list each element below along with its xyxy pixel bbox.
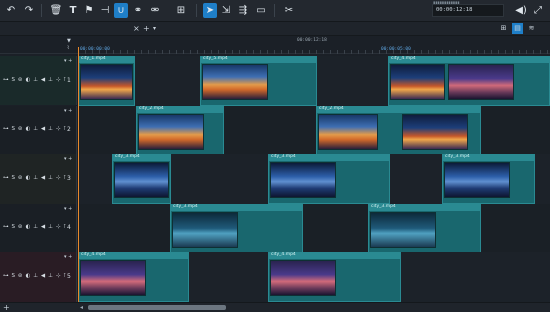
timecode-display[interactable]: 00:00:12:18 <box>432 4 504 17</box>
clip-thumbnail <box>270 260 336 296</box>
clip-thumbnail <box>114 162 169 198</box>
toolbar-divider <box>274 4 275 17</box>
track-header[interactable]: ▾ + ⊶ S ⊚ ◐ ⊥ ◀ ⊥ ⊹ ⊺ 1 <box>0 56 77 105</box>
split-icon[interactable]: ✂ <box>282 3 296 18</box>
clip-thumbnail <box>318 114 378 150</box>
playhead[interactable] <box>78 47 79 302</box>
video-clip[interactable]: city_4.mp4 <box>268 252 401 302</box>
clip-thumbnail <box>172 212 238 248</box>
dropdown-icon[interactable]: ▾ <box>153 23 156 35</box>
track-expand-icon[interactable]: ▾ + <box>64 156 72 162</box>
range-icon[interactable]: ▭ <box>254 3 268 18</box>
add-tab-icon[interactable]: + <box>143 23 150 35</box>
clip-thumbnail <box>444 162 510 198</box>
video-clip[interactable]: city_1.mp4 <box>78 56 135 106</box>
ruler-current-time: 00:00:12:18 <box>297 38 327 43</box>
video-clip[interactable]: city_3.mp4 <box>268 154 390 204</box>
track-number: 3 <box>67 175 71 182</box>
redo-icon[interactable]: ↷ <box>22 3 36 18</box>
main-toolbar: ↶ ↷ 🗑 T ⚑ ⊣ ∪ ⚭ ⚮ ⊞ ➤ ⇲ ⇶ ▭ ✂ ▮▮▮▮▮▮▮▮▮▮… <box>0 0 550 22</box>
track-lane[interactable]: city_4.mp4 city_4.mp4 <box>78 252 550 302</box>
track-number: 4 <box>67 224 71 231</box>
track-controls[interactable]: ⊶ S ⊚ ◐ ⊥ ◀ ⊥ ⊹ ⊺ <box>3 77 67 83</box>
video-clip[interactable]: city_2.mp4 <box>136 106 224 156</box>
track-1: ▾ + ⊶ S ⊚ ◐ ⊥ ◀ ⊥ ⊹ ⊺ 1 city_1.mp4 city_5.mp… <box>0 56 550 106</box>
track-number: 5 <box>67 273 71 280</box>
track-expand-icon[interactable]: ▾ + <box>64 206 72 212</box>
track-expand-icon[interactable]: ▾ + <box>64 108 72 114</box>
flag-icon[interactable]: ⚑ <box>82 3 96 18</box>
video-clip[interactable]: city_3.mp4 <box>442 154 535 204</box>
close-tab-icon[interactable]: × <box>133 23 140 35</box>
volume-icon[interactable]: ◀) <box>514 3 528 18</box>
waveform-view-icon[interactable]: ≋ <box>526 23 537 34</box>
video-clip[interactable]: city_2.mp4 <box>316 106 481 156</box>
video-clip[interactable]: city_3.mp4 <box>170 204 303 254</box>
add-track-icon[interactable]: + <box>3 303 10 312</box>
list-view-icon[interactable]: ▤ <box>512 23 523 34</box>
track-header[interactable]: ▾ + ⊶ S ⊚ ◐ ⊥ ◀ ⊥ ⊹ ⊺ 5 <box>0 252 77 302</box>
toolbar-divider <box>41 4 42 17</box>
track-controls[interactable]: ⊶ S ⊚ ◐ ⊥ ◀ ⊥ ⊹ ⊺ <box>3 224 67 230</box>
clip-thumbnail <box>390 64 445 100</box>
video-clip[interactable]: city_3.mp4 <box>368 204 481 254</box>
track-number: 2 <box>67 126 71 133</box>
track-4: ▾ + ⊶ S ⊚ ◐ ⊥ ◀ ⊥ ⊹ ⊺ 4 city_3.mp4 city_3.mp… <box>0 204 550 254</box>
trim-icon[interactable]: ⊣ <box>98 3 112 18</box>
scrollbar-thumb[interactable] <box>88 305 226 310</box>
track-lane[interactable]: city_3.mp4 city_3.mp4 <box>78 204 550 254</box>
clip-thumbnail <box>80 64 133 100</box>
video-clip[interactable]: city_4.mp4 <box>388 56 550 106</box>
track-3: ▾ + ⊶ S ⊚ ◐ ⊥ ◀ ⊥ ⊹ ⊺ 3 city_3.mp4 city_3.mp… <box>0 154 550 204</box>
clip-thumbnail <box>448 64 514 100</box>
timeline-ruler[interactable]: 00:00:12:18 00:00:00:00 00:00:05:00 <box>0 36 550 54</box>
timeline-header-strip: × + ▾ ⊞ ▤ ≋ <box>0 22 550 36</box>
clip-thumbnail <box>370 212 436 248</box>
ripple-icon[interactable]: ⇲ <box>219 3 233 18</box>
link-icon[interactable]: ⚭ <box>131 3 145 18</box>
undo-icon[interactable]: ↶ <box>4 3 18 18</box>
pointer-icon[interactable]: ➤ <box>203 3 217 18</box>
marker-icon[interactable]: ⌇ <box>67 45 69 51</box>
track-lane[interactable]: city_3.mp4 city_3.mp4 city_3.mp4 <box>78 154 550 204</box>
scroll-left-icon[interactable]: ◂ <box>80 304 83 311</box>
track-header[interactable]: ▾ + ⊶ S ⊚ ◐ ⊥ ◀ ⊥ ⊹ ⊺ 3 <box>0 154 77 204</box>
track-expand-icon[interactable]: ▾ + <box>64 58 72 64</box>
track-2: ▾ + ⊶ S ⊚ ◐ ⊥ ◀ ⊥ ⊹ ⊺ 2 city_2.mp4 city_2.mp… <box>0 106 550 156</box>
track-controls[interactable]: ⊶ S ⊚ ◐ ⊥ ◀ ⊥ ⊹ ⊺ <box>3 273 67 279</box>
video-clip[interactable]: city_4.mp4 <box>78 252 189 302</box>
clip-thumbnail <box>202 64 268 100</box>
track-header[interactable]: ▾ + ⊶ S ⊚ ◐ ⊥ ◀ ⊥ ⊹ ⊺ 2 <box>0 106 77 154</box>
track-header[interactable]: ▾ + ⊶ S ⊚ ◐ ⊥ ◀ ⊥ ⊹ ⊺ 4 <box>0 204 77 252</box>
track-lane[interactable]: city_2.mp4 city_2.mp4 <box>78 106 550 156</box>
grid-view-icon[interactable]: ⊞ <box>498 23 509 34</box>
horizontal-scrollbar[interactable]: + ◂ <box>0 302 550 312</box>
video-editor-window: ↶ ↷ 🗑 T ⚑ ⊣ ∪ ⚭ ⚮ ⊞ ➤ ⇲ ⇶ ▭ ✂ ▮▮▮▮▮▮▮▮▮▮… <box>0 0 550 312</box>
clip-thumbnail <box>270 162 336 198</box>
track-controls[interactable]: ⊶ S ⊚ ◐ ⊥ ◀ ⊥ ⊹ ⊺ <box>3 175 67 181</box>
trash-icon[interactable]: 🗑 <box>49 3 63 18</box>
slip-icon[interactable]: ⇶ <box>236 3 250 18</box>
clip-thumbnail <box>138 114 204 150</box>
video-clip[interactable]: city_3.mp4 <box>112 154 171 204</box>
fullscreen-icon[interactable]: ⤢ <box>531 3 545 18</box>
marker-down-icon[interactable]: ▼ <box>67 38 71 44</box>
track-5: ▾ + ⊶ S ⊚ ◐ ⊥ ◀ ⊥ ⊹ ⊺ 5 city_4.mp4 city_4.mp… <box>0 252 550 302</box>
text-icon[interactable]: T <box>66 3 80 18</box>
ruler-ticks <box>78 50 550 54</box>
clip-thumbnail <box>80 260 146 296</box>
magnet-icon[interactable]: ∪ <box>114 3 128 18</box>
track-controls[interactable]: ⊶ S ⊚ ◐ ⊥ ◀ ⊥ ⊹ ⊺ <box>3 126 67 132</box>
video-clip[interactable]: city_5.mp4 <box>200 56 317 106</box>
unlink-icon[interactable]: ⚮ <box>148 3 162 18</box>
track-expand-icon[interactable]: ▾ + <box>64 254 72 260</box>
clip-thumbnail <box>402 114 468 150</box>
toolbar-divider <box>196 4 197 17</box>
track-number: 1 <box>67 77 71 84</box>
track-lane[interactable]: city_1.mp4 city_5.mp4 city_4.mp4 <box>78 56 550 106</box>
snapshot-icon[interactable]: ⊞ <box>174 3 188 18</box>
